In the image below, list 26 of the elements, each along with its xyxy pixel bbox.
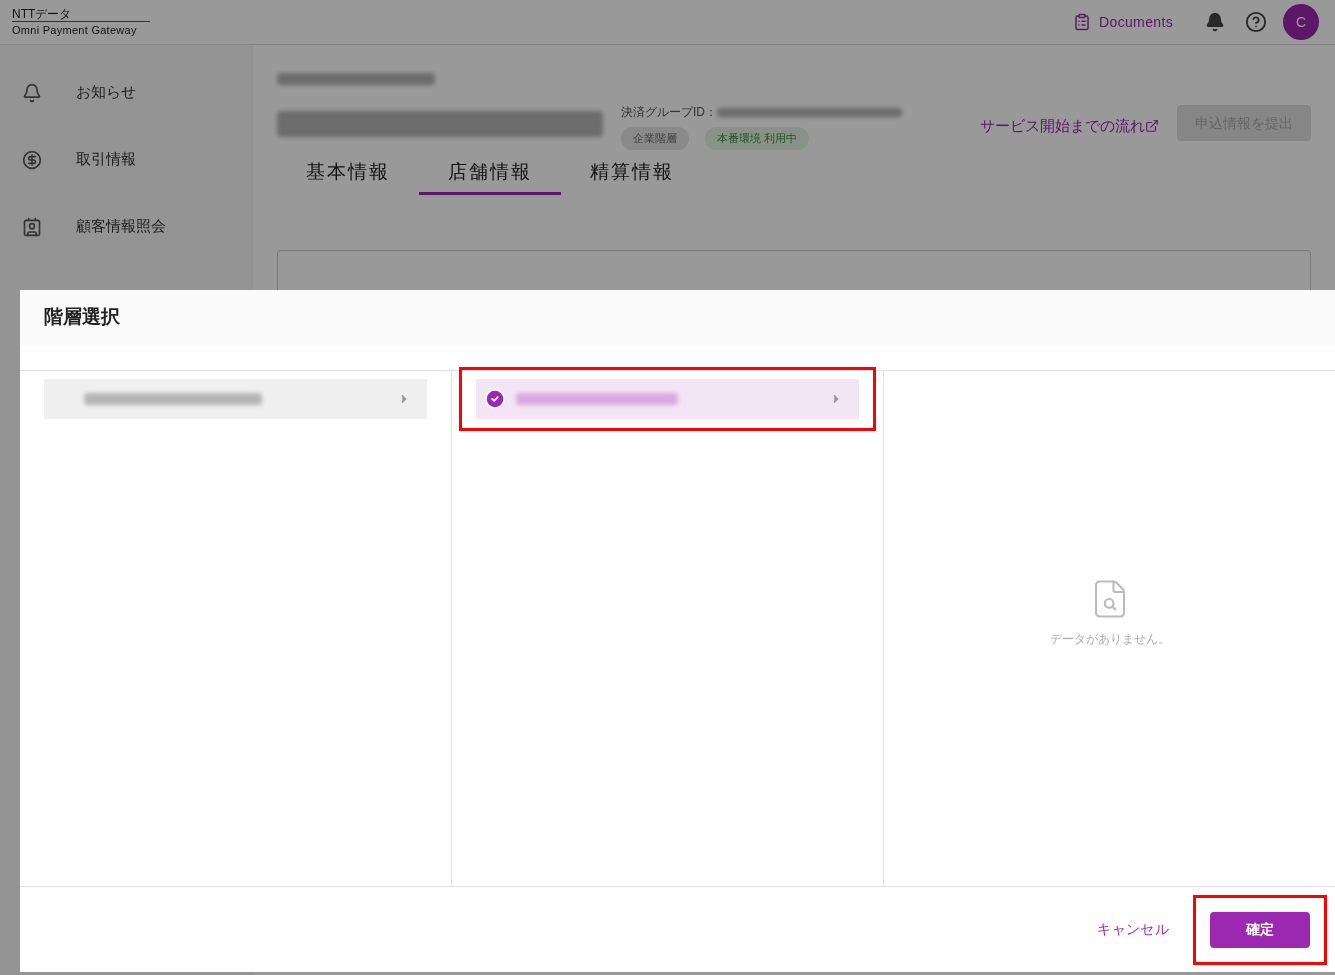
external-link-icon (1145, 119, 1159, 134)
status-tag: 企業階層 (621, 127, 689, 150)
tab[interactable]: 店舗情報 (419, 157, 561, 195)
status-tag: 本番環境 利用中 (705, 127, 810, 150)
dialog-title: 階層選択 (44, 305, 120, 330)
tab[interactable]: 精算情報 (561, 157, 703, 195)
sidebar-item[interactable]: 取引情報 (0, 146, 253, 173)
tab[interactable]: 基本情報 (277, 157, 419, 195)
bell-icon (22, 82, 42, 103)
help-icon[interactable] (1245, 11, 1267, 33)
dollar-icon (22, 149, 42, 170)
empty-message: データがありません。 (1049, 630, 1170, 648)
cancel-button[interactable]: キャンセル (1097, 919, 1169, 940)
service-flow-link[interactable]: サービス開始までの流れ (980, 115, 1159, 138)
brand-name: NTTデータ (12, 6, 150, 22)
clipboard-icon (1073, 13, 1092, 31)
product-name: Omni Payment Gateway (12, 22, 138, 38)
contacts-icon (22, 216, 42, 237)
check-icon (484, 388, 506, 410)
user-avatar[interactable]: C (1283, 4, 1319, 40)
notification-icon[interactable] (1205, 12, 1225, 32)
confirm-button[interactable]: 確定 (1210, 911, 1310, 948)
sidebar-item[interactable]: 顧客情報照会 (0, 213, 253, 240)
documents-link[interactable]: Documents (1073, 11, 1173, 33)
group-id-label: 決済グループID： (621, 104, 717, 121)
sidebar-item[interactable]: お知らせ (0, 79, 253, 106)
